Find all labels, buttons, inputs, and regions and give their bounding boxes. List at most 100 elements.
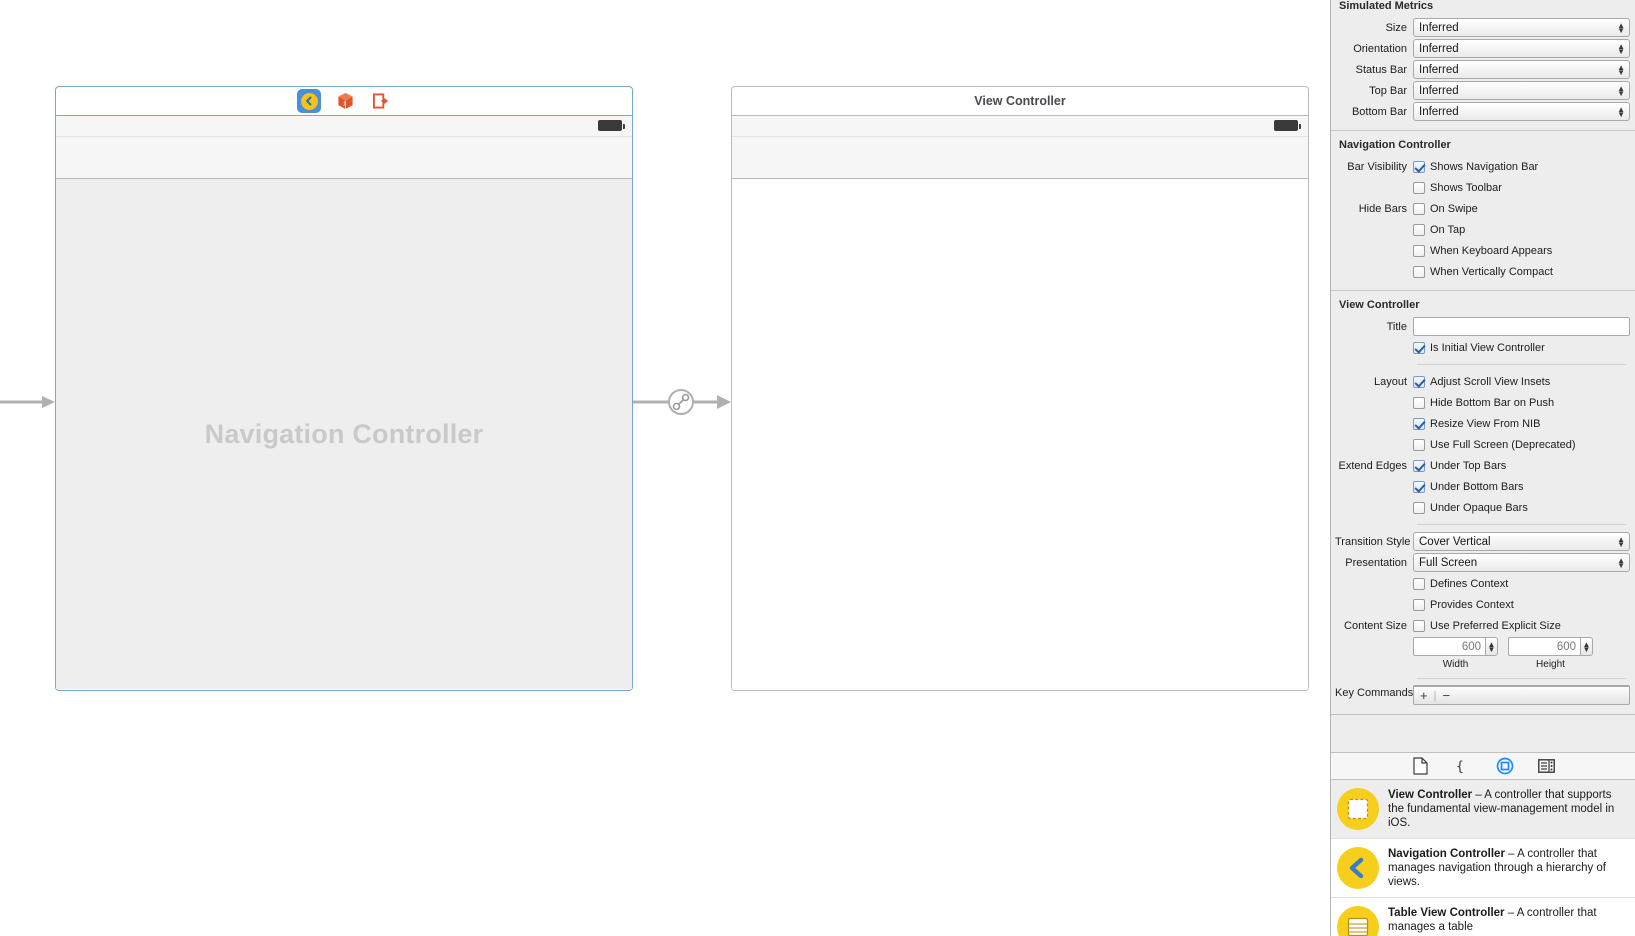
checkbox-under-bottom-bars[interactable] (1413, 480, 1425, 493)
scene-view-controller[interactable]: View Controller (731, 86, 1309, 691)
checkbox-row-when-vertically-compact[interactable]: When Vertically Compact (1413, 263, 1553, 280)
checkbox-row-on-swipe[interactable]: On Swipe (1413, 200, 1478, 217)
popup-status-bar-value: Inferred (1419, 63, 1459, 76)
list-item[interactable]: Navigation Controller – A controller tha… (1331, 839, 1635, 898)
checkbox-when-vertically-compact[interactable] (1413, 265, 1425, 278)
row-content-size-fields: 600 ▲ ▼ 600 ▲ ▼ (1335, 636, 1630, 657)
media-library-icon[interactable] (1537, 756, 1557, 776)
checkbox-row-shows-navigation-bar[interactable]: Shows Navigation Bar (1413, 158, 1538, 175)
popup-size[interactable]: Inferred ▲ ▼ (1413, 18, 1630, 37)
list-item[interactable]: View Controller – A controller that supp… (1331, 780, 1635, 839)
popup-bottom-bar[interactable]: Inferred ▲ ▼ (1413, 102, 1630, 121)
checkbox-row-shows-toolbar[interactable]: Shows Toolbar (1413, 179, 1502, 196)
checkbox-on-swipe[interactable] (1413, 202, 1425, 215)
checkbox-shows-toolbar[interactable] (1413, 181, 1425, 194)
label-adjust-scroll-view-insets: Adjust Scroll View Insets (1430, 375, 1551, 388)
checkbox-row-is-initial-view-controller[interactable]: Is Initial View Controller (1413, 339, 1545, 356)
file-template-library-icon[interactable] (1411, 756, 1431, 776)
key-commands-toolbar[interactable]: + | − (1413, 687, 1630, 705)
label-under-bottom-bars: Under Bottom Bars (1430, 480, 1524, 493)
popup-orientation[interactable]: Inferred ▲ ▼ (1413, 39, 1630, 58)
checkbox-row-when-keyboard-appears[interactable]: When Keyboard Appears (1413, 242, 1552, 259)
checkbox-row-use-preferred-explicit-size[interactable]: Use Preferred Explicit Size (1413, 617, 1561, 634)
attributes-inspector-panel[interactable]: Simulated Metrics Size Inferred ▲ ▼ Orien… (1330, 0, 1635, 936)
checkbox-adjust-scroll-view-insets[interactable] (1413, 375, 1425, 388)
relationship-segue[interactable] (633, 386, 731, 418)
row-shows-toolbar: Shows Toolbar (1335, 177, 1630, 198)
svg-text:1: 1 (343, 102, 346, 108)
checkbox-resize-view-from-nib[interactable] (1413, 417, 1425, 430)
checkbox-row-provides-context[interactable]: Provides Context (1413, 596, 1514, 613)
popup-presentation[interactable]: Full Screen ▲ ▼ (1413, 553, 1630, 572)
code-snippet-library-icon[interactable]: { } (1453, 756, 1473, 776)
simulated-status-bar (56, 116, 632, 137)
toolbar-divider: | (1433, 689, 1437, 702)
row-hide-bottom-bar-on-push: Hide Bottom Bar on Push (1335, 392, 1630, 413)
popup-transition-style-value: Cover Vertical (1419, 535, 1491, 548)
checkbox-row-hide-bottom-bar-on-push[interactable]: Hide Bottom Bar on Push (1413, 394, 1554, 411)
row-when-keyboard-appears: When Keyboard Appears (1335, 240, 1630, 261)
width-stepper[interactable]: ▲ ▼ (1485, 637, 1498, 656)
row-bottom-bar: Bottom Bar Inferred ▲ ▼ (1335, 101, 1630, 122)
checkbox-row-on-tap[interactable]: On Tap (1413, 221, 1465, 238)
checkbox-row-adjust-scroll-view-insets[interactable]: Adjust Scroll View Insets (1413, 373, 1550, 390)
section-title-view-controller: View Controller (1339, 299, 1420, 311)
scene-dock-navigation-controller[interactable]: 1 (55, 86, 633, 115)
object-library-icon[interactable] (1495, 756, 1515, 776)
checkbox-row-under-opaque-bars[interactable]: Under Opaque Bars (1413, 499, 1528, 516)
checkbox-is-initial-view-controller[interactable] (1413, 341, 1425, 354)
checkbox-on-tap[interactable] (1413, 223, 1425, 236)
checkbox-row-under-top-bars[interactable]: Under Top Bars (1413, 457, 1506, 474)
popup-transition-style[interactable]: Cover Vertical ▲ ▼ (1413, 532, 1630, 551)
label-shows-toolbar: Shows Toolbar (1430, 181, 1502, 194)
storyboard-canvas[interactable]: 1 Navigation Controller View Controller (0, 0, 1330, 936)
popup-top-bar[interactable]: Inferred ▲ ▼ (1413, 81, 1630, 100)
row-status-bar: Status Bar Inferred ▲ ▼ (1335, 59, 1630, 80)
width-input[interactable]: 600 (1413, 637, 1485, 656)
checkbox-hide-bottom-bar-on-push[interactable] (1413, 396, 1425, 409)
checkbox-row-under-bottom-bars[interactable]: Under Bottom Bars (1413, 478, 1524, 495)
navigation-controller-content: Navigation Controller (56, 179, 632, 689)
navigation-controller-scene-body[interactable]: Navigation Controller (55, 115, 633, 691)
scene-navigation-controller[interactable]: 1 Navigation Controller (55, 86, 633, 691)
checkbox-under-opaque-bars[interactable] (1413, 501, 1425, 514)
inspector-library-gap (1331, 714, 1635, 752)
checkbox-when-keyboard-appears[interactable] (1413, 244, 1425, 257)
checkbox-row-defines-context[interactable]: Defines Context (1413, 575, 1508, 592)
row-key-commands: Key Commands + | − (1335, 685, 1630, 706)
popup-status-bar[interactable]: Inferred ▲ ▼ (1413, 60, 1630, 79)
svg-text:{ }: { } (1456, 760, 1471, 775)
height-input[interactable]: 600 (1508, 637, 1580, 656)
library-tab-bar[interactable]: { } (1331, 752, 1635, 780)
battery-icon (598, 120, 625, 131)
label-when-keyboard-appears: When Keyboard Appears (1430, 244, 1553, 257)
title-input[interactable] (1413, 317, 1630, 336)
exit-icon[interactable] (369, 90, 391, 112)
view-controller-scene-body[interactable] (731, 115, 1309, 691)
label-height: Height (1536, 659, 1565, 670)
checkbox-under-top-bars[interactable] (1413, 459, 1425, 472)
checkbox-row-use-full-screen[interactable]: Use Full Screen (Deprecated) (1413, 436, 1576, 453)
battery-icon (1274, 120, 1301, 131)
row-hide-bars: Hide Bars On Swipe (1335, 198, 1630, 219)
row-under-opaque-bars: Under Opaque Bars (1335, 497, 1630, 518)
checkbox-shows-navigation-bar[interactable] (1413, 160, 1425, 173)
checkbox-use-preferred-explicit-size[interactable] (1413, 619, 1425, 632)
add-key-command-button[interactable]: + (1420, 688, 1428, 703)
list-item[interactable]: Table View Controller – A controller tha… (1331, 898, 1635, 936)
object-library-list[interactable]: View Controller – A controller that supp… (1331, 780, 1635, 936)
view-controller-scene-title: View Controller (731, 86, 1309, 115)
checkbox-use-full-screen[interactable] (1413, 438, 1425, 451)
checkbox-row-resize-view-from-nib[interactable]: Resize View From NIB (1413, 415, 1540, 432)
checkbox-provides-context[interactable] (1413, 598, 1425, 611)
first-responder-icon[interactable]: 1 (334, 90, 356, 112)
height-stepper[interactable]: ▲ ▼ (1580, 637, 1593, 656)
view-controller-icon (1337, 788, 1379, 830)
remove-key-command-button[interactable]: − (1442, 688, 1450, 703)
navigation-controller-icon[interactable] (297, 89, 321, 113)
view-controller-content (732, 179, 1308, 689)
list-item-title: Navigation Controller (1388, 848, 1505, 860)
divider (1417, 364, 1626, 365)
popup-presentation-value: Full Screen (1419, 556, 1478, 569)
checkbox-defines-context[interactable] (1413, 577, 1425, 590)
